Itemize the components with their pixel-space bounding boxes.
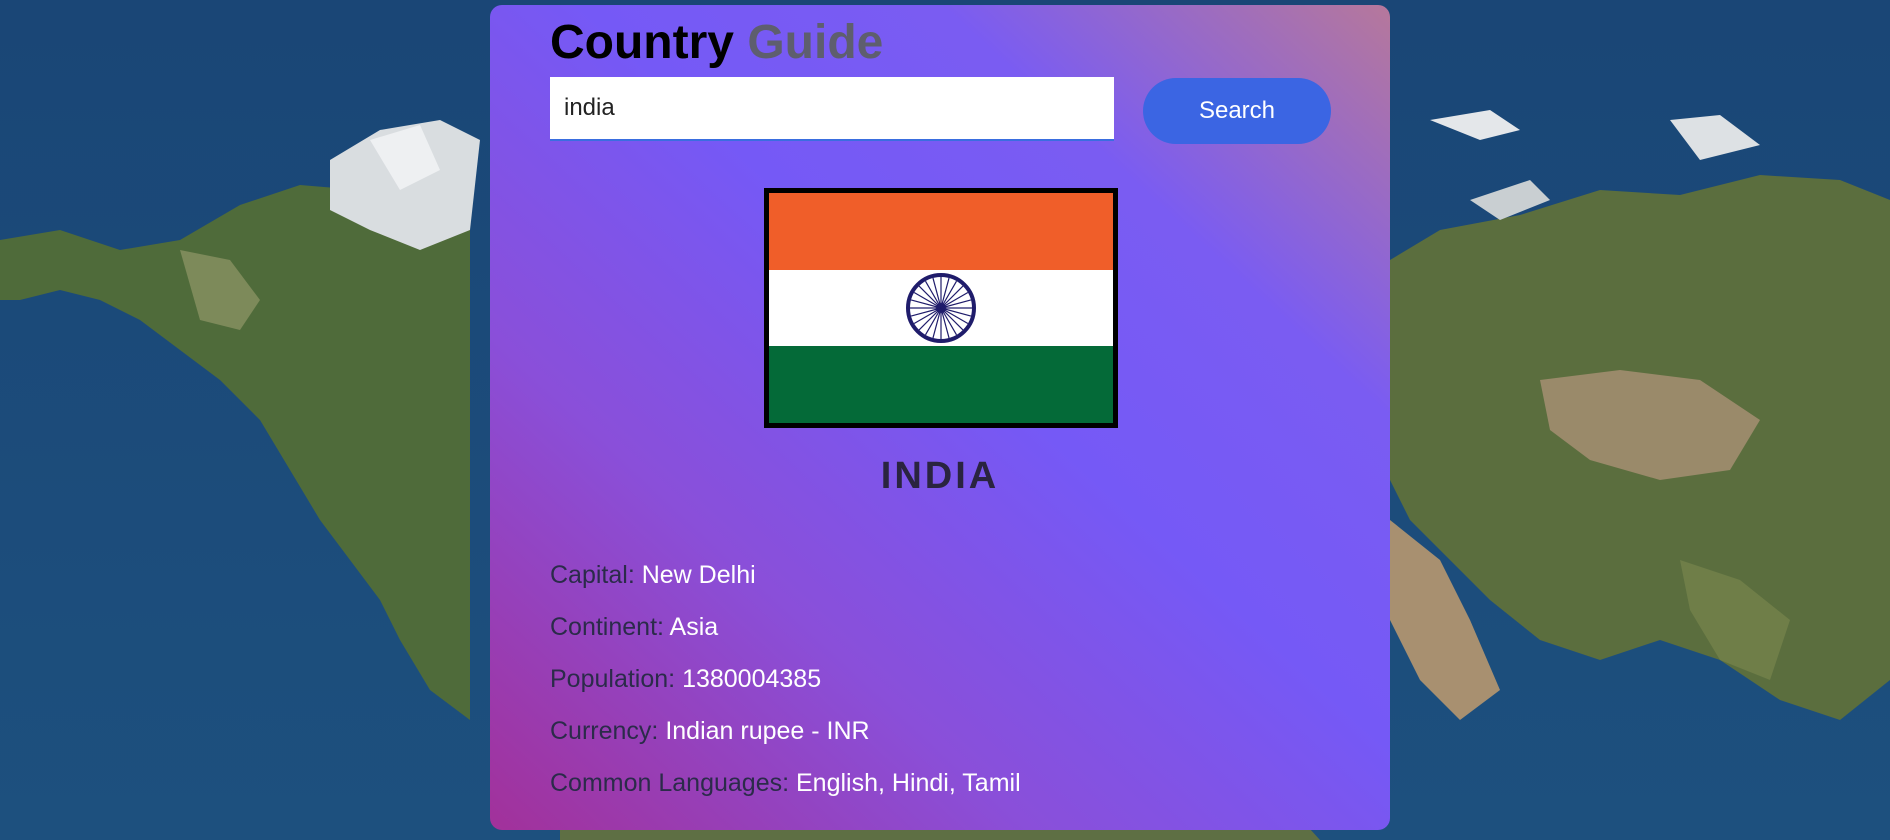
country-details: Capital: New Delhi Continent: Asia Popul… xyxy=(550,560,1330,820)
languages-value: English, Hindi, Tamil xyxy=(796,769,1021,797)
currency-label: Currency: xyxy=(550,717,659,745)
continent-value: Asia xyxy=(669,613,719,641)
app-title-accent: Guide xyxy=(747,16,884,69)
continent-label: Continent: xyxy=(550,613,664,641)
currency-row: Currency: Indian rupee - INR xyxy=(550,716,1330,768)
languages-row: Common Languages: English, Hindi, Tamil xyxy=(550,768,1330,820)
population-value: 1380004385 xyxy=(682,665,822,693)
currency-value: Indian rupee - INR xyxy=(665,717,870,745)
india-flag-image xyxy=(769,193,1113,423)
app-title-main: Country xyxy=(550,16,734,69)
country-name-heading: INDIA xyxy=(880,455,1000,497)
country-search-input[interactable] xyxy=(550,77,1114,141)
capital-row: Capital: New Delhi xyxy=(550,560,1330,612)
country-flag xyxy=(764,188,1118,428)
population-label: Population: xyxy=(550,665,676,693)
ashoka-chakra xyxy=(906,273,976,343)
capital-label: Capital: xyxy=(550,561,635,589)
continent-row: Continent: Asia xyxy=(550,612,1330,664)
flag-saffron-stripe xyxy=(769,193,1113,270)
languages-label: Common Languages: xyxy=(550,769,790,797)
country-guide-card: Country Guide Search INDIA Capital: New … xyxy=(490,5,1390,830)
search-button[interactable]: Search xyxy=(1143,78,1331,144)
app-title: Country Guide xyxy=(550,15,883,70)
population-row: Population: 1380004385 xyxy=(550,664,1330,716)
capital-value: New Delhi xyxy=(641,561,756,589)
flag-green-stripe xyxy=(769,346,1113,423)
